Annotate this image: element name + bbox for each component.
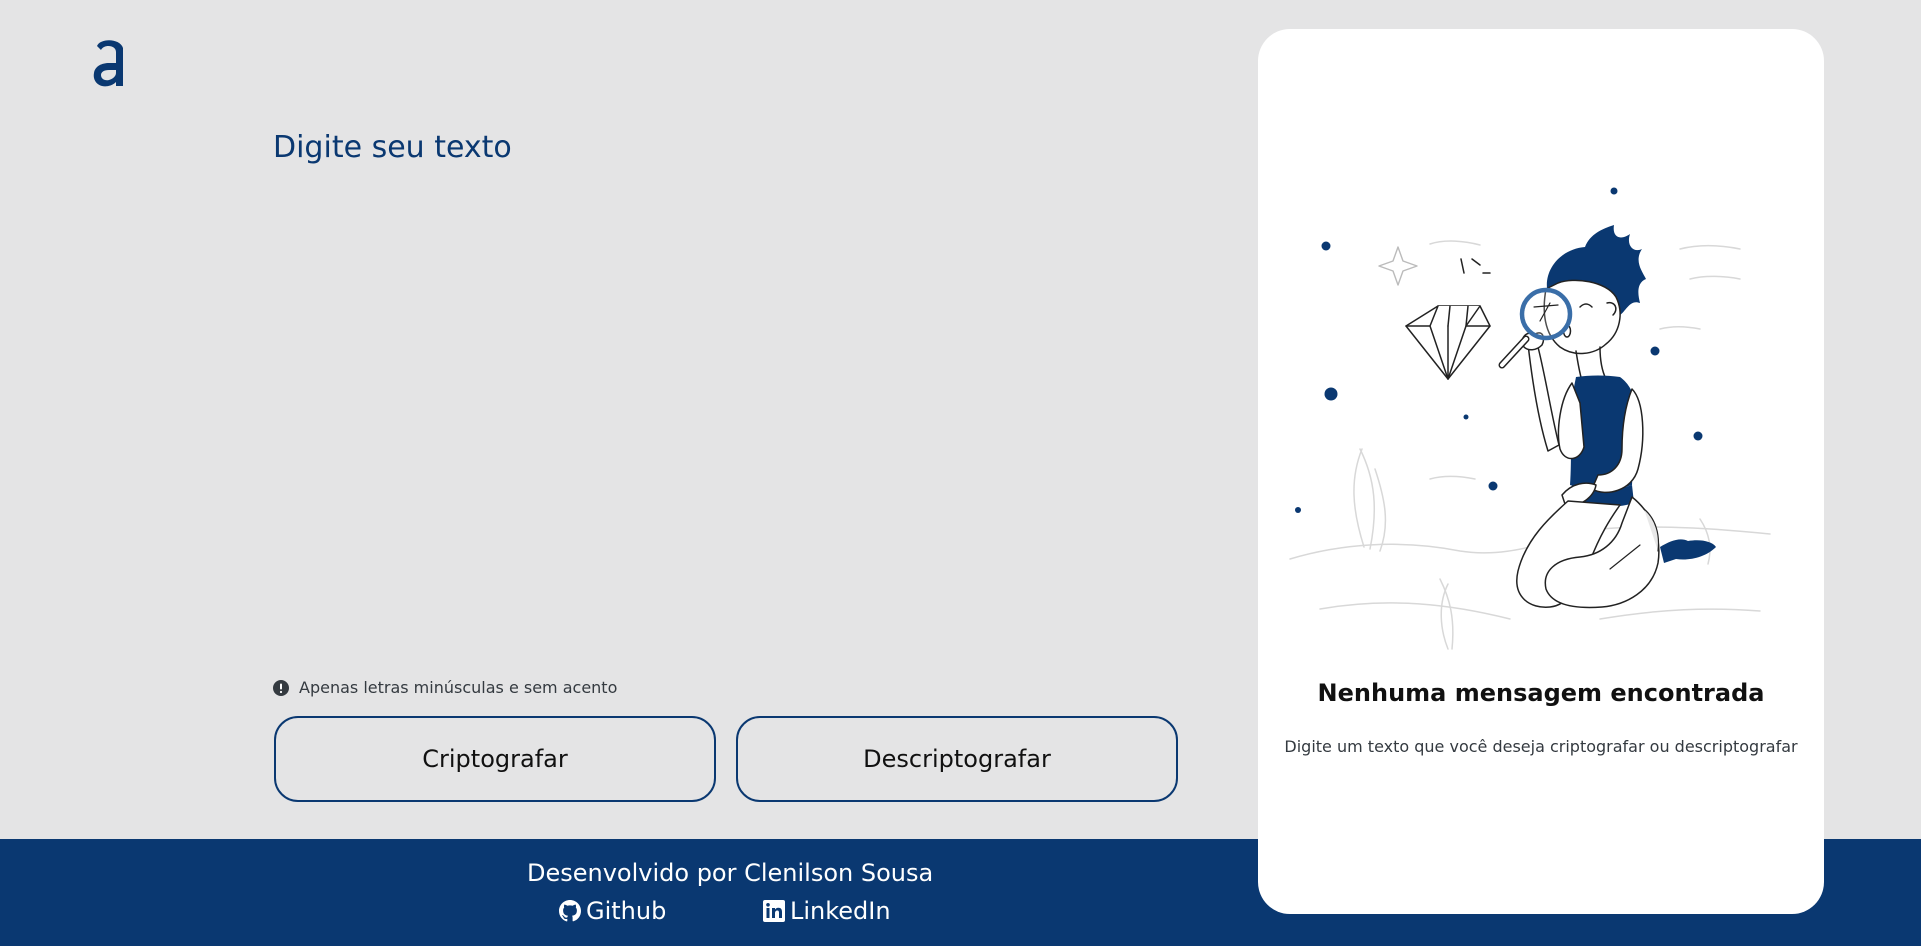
github-label: Github bbox=[586, 897, 667, 925]
exclamation-circle-icon bbox=[273, 679, 289, 696]
footer-credit: Desenvolvido por Clenilson Sousa bbox=[527, 859, 934, 887]
linkedin-label: LinkedIn bbox=[790, 897, 891, 925]
linkedin-link[interactable]: LinkedIn bbox=[762, 897, 891, 925]
alura-logo-icon[interactable] bbox=[92, 36, 128, 88]
output-card: Nenhuma mensagem encontrada Digite um te… bbox=[1258, 29, 1824, 914]
encrypt-button[interactable]: Criptografar bbox=[274, 716, 716, 802]
hint-text: Apenas letras minúsculas e sem acento bbox=[299, 678, 618, 697]
message-input[interactable] bbox=[273, 130, 1173, 650]
input-hint: Apenas letras minúsculas e sem acento bbox=[273, 678, 617, 697]
page: Apenas letras minúsculas e sem acento Cr… bbox=[0, 0, 1921, 946]
boy-magnifier-illustration bbox=[1289, 187, 1771, 650]
linkedin-icon bbox=[763, 900, 785, 922]
empty-state-description: Digite um texto que você deseja criptogr… bbox=[1284, 737, 1798, 756]
github-link[interactable]: Github bbox=[558, 897, 666, 925]
decrypt-button[interactable]: Descriptografar bbox=[736, 716, 1178, 802]
github-icon bbox=[559, 900, 581, 922]
empty-state-title: Nenhuma mensagem encontrada bbox=[1317, 679, 1765, 707]
